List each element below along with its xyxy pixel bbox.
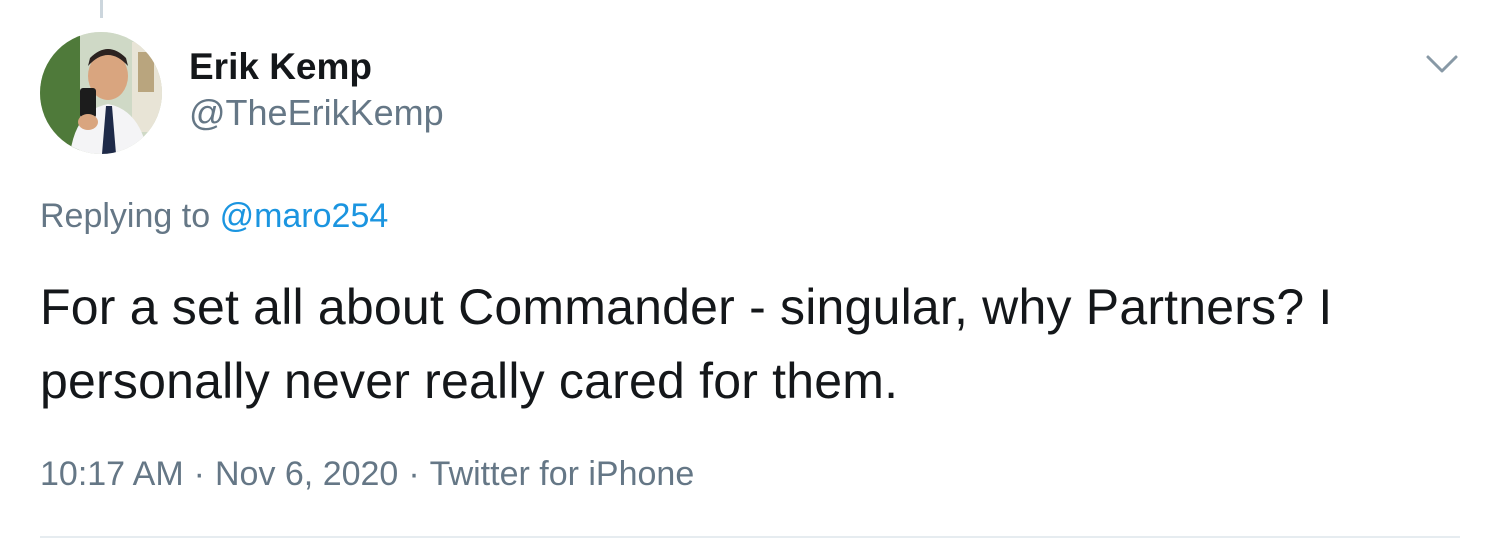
tweet-card: Erik Kemp @TheErikKemp Replying to @maro… (40, 32, 1460, 493)
author-handle[interactable]: @TheErikKemp (189, 90, 444, 136)
tweet-date[interactable]: Nov 6, 2020 (215, 455, 398, 493)
tweet-meta: 10:17 AM · Nov 6, 2020 · Twitter for iPhone (40, 451, 694, 497)
chevron-down-icon[interactable] (1424, 46, 1460, 82)
bottom-divider (40, 536, 1460, 538)
meta-separator: · (408, 455, 420, 493)
reply-mention-link[interactable]: @maro254 (220, 197, 389, 235)
tweet-time[interactable]: 10:17 AM (40, 455, 184, 493)
avatar[interactable] (40, 32, 162, 154)
thread-connector-line (100, 0, 103, 18)
tweet-source[interactable]: Twitter for iPhone (430, 455, 695, 493)
replying-to-line: Replying to @maro254 (40, 196, 388, 236)
author-display-name[interactable]: Erik Kemp (189, 44, 444, 90)
meta-separator: · (193, 455, 205, 493)
author-names: Erik Kemp @TheErikKemp (189, 44, 444, 136)
avatar-image (40, 32, 162, 154)
replying-to-label: Replying to (40, 197, 211, 235)
tweet-header: Erik Kemp @TheErikKemp (40, 32, 1460, 154)
tweet-text: For a set all about Commander - singular… (40, 279, 1333, 409)
